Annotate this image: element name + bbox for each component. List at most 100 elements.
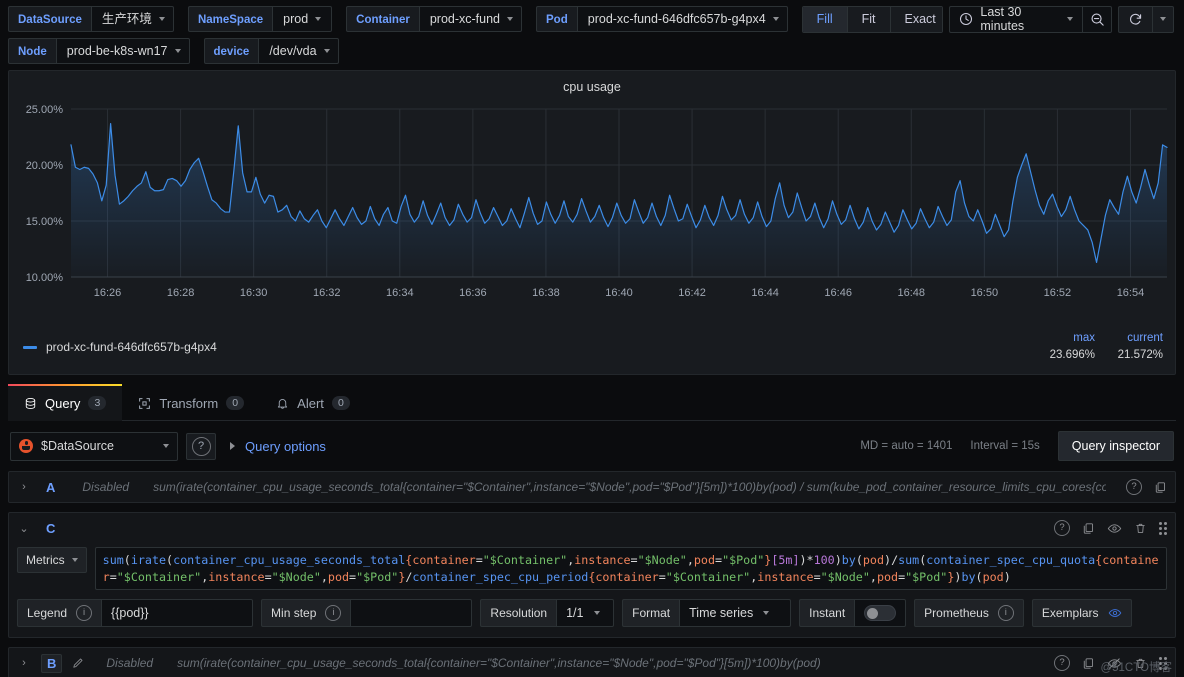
datasource-picker[interactable]: $DataSource xyxy=(10,431,178,461)
resolution-select[interactable]: 1/1 xyxy=(556,599,615,627)
instant-label-text: Instant xyxy=(809,606,846,620)
tab-alert-label: Alert xyxy=(297,395,324,411)
format-select[interactable]: Time series xyxy=(679,599,792,627)
info-circle-icon[interactable]: i xyxy=(76,605,93,621)
query-row-b-letter[interactable]: B xyxy=(41,653,63,673)
chevron-down-icon[interactable]: ⌄ xyxy=(17,522,31,535)
format-label-text: Format xyxy=(632,606,671,620)
variable-node-label: Node xyxy=(8,38,56,64)
pencil-icon[interactable] xyxy=(72,657,84,669)
variable-device-value[interactable]: /dev/vda xyxy=(258,38,339,64)
query-row-a-expression: sum(irate(container_cpu_usage_seconds_to… xyxy=(153,480,1106,494)
variable-pod[interactable]: Pod prod-xc-fund-646dfc657b-g4px4 xyxy=(536,6,788,32)
svg-text:16:44: 16:44 xyxy=(751,287,779,299)
chevron-down-icon xyxy=(323,49,330,53)
query-options-right: MD = auto = 1401 Interval = 15s Query in… xyxy=(860,431,1174,461)
editor-tabs: Query 3 Transform 0 Alert 0 xyxy=(8,384,1176,421)
exemplars-label[interactable]: Exemplars xyxy=(1031,599,1132,627)
resolution-option: Resolution 1/1 xyxy=(480,599,615,627)
resolution-label-text: Resolution xyxy=(490,606,548,620)
svg-text:16:38: 16:38 xyxy=(532,287,560,299)
prometheus-option: Prometheus i xyxy=(914,599,1024,627)
query-row-a-actions: ? xyxy=(1116,479,1167,495)
tab-transform[interactable]: Transform 0 xyxy=(122,385,260,421)
svg-text:16:40: 16:40 xyxy=(605,287,633,299)
zoom-out-button[interactable] xyxy=(1082,5,1112,33)
query-options-toggle[interactable]: Query options xyxy=(224,439,326,454)
help-circle-icon[interactable]: ? xyxy=(1054,520,1070,536)
tab-transform-label: Transform xyxy=(159,395,219,411)
min-step-option: Min step i xyxy=(261,599,473,627)
trash-icon[interactable] xyxy=(1134,522,1147,535)
legend-stat-header-max[interactable]: max xyxy=(1043,332,1095,344)
refresh-button[interactable] xyxy=(1118,5,1152,33)
refresh-interval-dropdown[interactable] xyxy=(1152,5,1174,33)
clock-icon xyxy=(959,12,973,26)
query-options-bar: $DataSource ? Query options MD = auto = … xyxy=(0,421,1184,471)
prometheus-label: Prometheus i xyxy=(914,599,1024,627)
svg-text:16:52: 16:52 xyxy=(1044,287,1072,299)
svg-text:10.00%: 10.00% xyxy=(26,272,64,284)
variable-device-text: /dev/vda xyxy=(269,44,317,58)
info-circle-icon[interactable]: i xyxy=(997,605,1014,621)
tab-query[interactable]: Query 3 xyxy=(8,384,123,421)
format-option-label: Format xyxy=(622,599,680,627)
help-circle-icon[interactable]: ? xyxy=(1126,479,1142,495)
legend-item[interactable]: prod-xc-fund-646dfc657b-g4px4 xyxy=(23,340,217,354)
instant-toggle-wrap[interactable] xyxy=(854,599,907,627)
variable-datasource-label: DataSource xyxy=(8,6,91,32)
variable-container-value[interactable]: prod-xc-fund xyxy=(418,6,523,32)
exemplars-eye-icon[interactable] xyxy=(1108,606,1122,620)
query-row-c-letter[interactable]: C xyxy=(41,520,60,537)
info-circle-icon[interactable]: i xyxy=(325,605,342,621)
legend-color-swatch xyxy=(23,345,37,349)
max-data-points-info: MD = auto = 1401 xyxy=(860,440,953,452)
time-range-picker[interactable]: Last 30 minutes xyxy=(949,5,1082,33)
chevron-right-icon[interactable]: › xyxy=(17,657,31,669)
tab-alert[interactable]: Alert 0 xyxy=(260,385,366,421)
variable-node[interactable]: Node prod-be-k8s-wn17 xyxy=(8,38,190,64)
metrics-mode-selector[interactable]: Metrics xyxy=(17,547,87,573)
variable-pod-value[interactable]: prod-xc-fund-646dfc657b-g4px4 xyxy=(576,6,788,32)
drag-handle-icon[interactable] xyxy=(1159,521,1167,535)
exemplars-label-text: Exemplars xyxy=(1041,606,1099,620)
copy-icon[interactable] xyxy=(1082,657,1095,670)
query-inspector-button[interactable]: Query inspector xyxy=(1057,431,1174,461)
time-range-text: Last 30 minutes xyxy=(980,5,1025,33)
variable-namespace[interactable]: NameSpace prod xyxy=(187,6,333,32)
exact-button[interactable]: Exact xyxy=(890,6,943,32)
query-row-c-header[interactable]: ⌄ C ? xyxy=(9,513,1175,543)
variable-device[interactable]: device /dev/vda xyxy=(203,38,339,64)
chevron-down-icon xyxy=(163,444,169,448)
query-row-a-letter[interactable]: A xyxy=(41,479,60,496)
variable-namespace-value[interactable]: prod xyxy=(272,6,333,32)
help-circle-icon[interactable]: ? xyxy=(1054,655,1070,671)
fill-button[interactable]: Fill xyxy=(802,6,848,32)
query-row-b-header[interactable]: › B Disabled sum(irate(container_cpu_usa… xyxy=(9,648,1175,677)
variable-datasource-text: 生产环境 xyxy=(101,12,152,26)
promql-expression-input[interactable]: sum(irate(container_cpu_usage_seconds_to… xyxy=(94,547,1167,590)
variable-node-text: prod-be-k8s-wn17 xyxy=(66,44,168,58)
legend-format-value: {{pod}} xyxy=(111,606,149,620)
copy-icon[interactable] xyxy=(1154,481,1167,494)
eye-icon[interactable] xyxy=(1107,521,1122,536)
copy-icon[interactable] xyxy=(1082,522,1095,535)
cpu-usage-chart[interactable]: 25.00% 20.00% 15.00% 10.00% 16:26 16:28 16:30 1… xyxy=(9,97,1175,312)
min-step-input[interactable] xyxy=(350,599,473,627)
query-row-a-header[interactable]: › A Disabled sum(irate(container_cpu_usa… xyxy=(9,472,1175,502)
variable-container[interactable]: Container prod-xc-fund xyxy=(346,6,523,32)
variable-row-2: Node prod-be-k8s-wn17 device /dev/vda xyxy=(8,38,1176,64)
fit-button[interactable]: Fit xyxy=(847,6,891,32)
variable-datasource-value[interactable]: 生产环境 xyxy=(90,6,174,32)
instant-toggle[interactable] xyxy=(864,605,897,621)
variable-node-value[interactable]: prod-be-k8s-wn17 xyxy=(55,38,190,64)
legend-format-input[interactable]: {{pod}} xyxy=(101,599,254,627)
variable-datasource[interactable]: DataSource 生产环境 xyxy=(8,6,174,32)
datasource-help-button[interactable]: ? xyxy=(186,432,216,460)
transform-icon xyxy=(138,397,151,410)
svg-text:16:30: 16:30 xyxy=(240,287,268,299)
chevron-right-icon[interactable]: › xyxy=(17,481,31,493)
svg-text:16:36: 16:36 xyxy=(459,287,487,299)
legend-stat-header-current[interactable]: current xyxy=(1111,332,1163,344)
chevron-down-icon xyxy=(593,611,600,615)
